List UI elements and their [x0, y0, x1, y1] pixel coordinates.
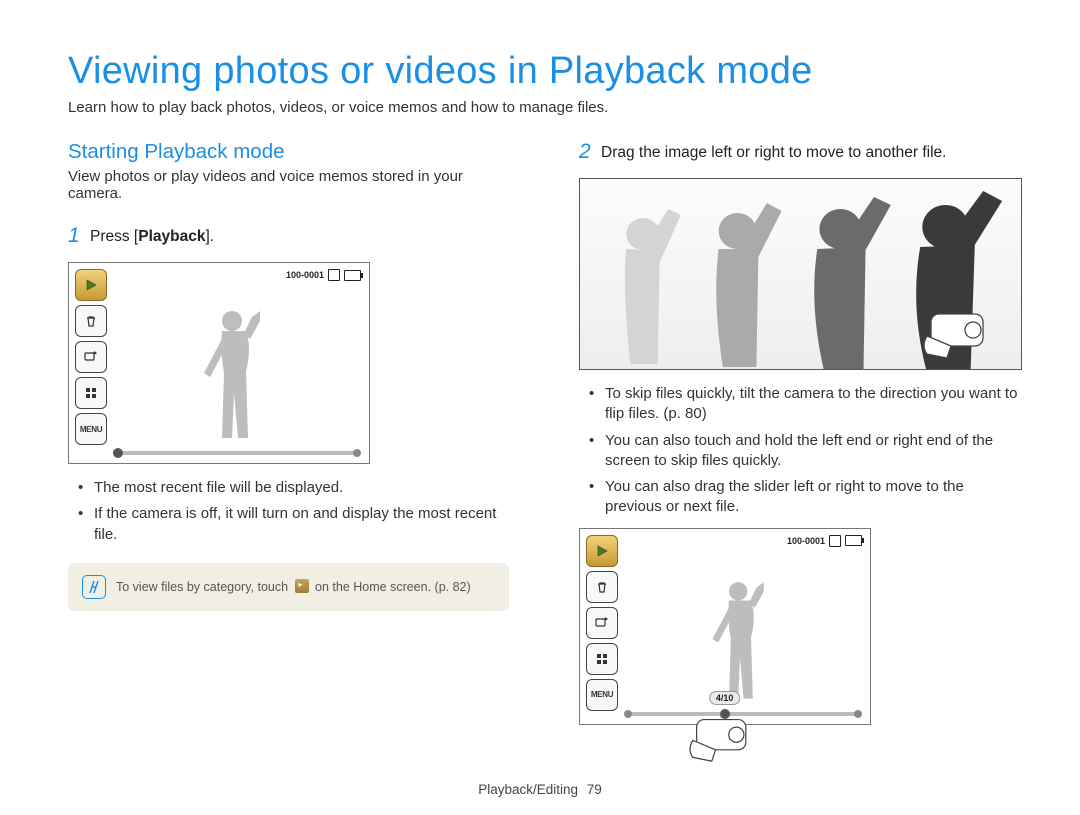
camera-in-hand-icon [686, 712, 764, 764]
slider-track[interactable] [115, 451, 359, 455]
step-1: 1 Press [Playback]. [68, 224, 509, 248]
page-footer: Playback/Editing 79 [0, 782, 1080, 797]
step-2-bullets: To skip files quickly, tilt the camera t… [589, 384, 1020, 518]
camera-screen-1: MENU 100-0001 [68, 262, 370, 464]
step-1-bold: Playback [138, 228, 205, 245]
camera-status-bar: 100-0001 [286, 269, 361, 281]
step-1-number: 1 [68, 224, 80, 247]
note-prefix: To view files by category, touch [116, 580, 292, 594]
grid-icon[interactable] [75, 377, 107, 409]
list-item: If the camera is off, it will turn on an… [78, 504, 509, 545]
album-icon [295, 579, 309, 593]
step-1-prefix: Press [ [90, 228, 138, 245]
note-icon [82, 575, 106, 599]
drag-illustration [579, 178, 1022, 370]
photo-silhouette [685, 574, 795, 704]
trash-icon[interactable] [586, 571, 618, 603]
grid-icon[interactable] [586, 643, 618, 675]
slider-knob[interactable] [113, 448, 123, 458]
footer-section: Playback/Editing [478, 782, 578, 797]
step-2: 2 Drag the image left or right to move t… [579, 140, 1020, 164]
step-2-text: Drag the image left or right to move to … [601, 144, 946, 161]
battery-icon [845, 535, 862, 546]
list-item: To skip files quickly, tilt the camera t… [589, 384, 1020, 425]
menu-button[interactable]: MENU [586, 679, 618, 711]
page-subtitle: Learn how to play back photos, videos, o… [68, 99, 1020, 116]
share-icon[interactable] [75, 341, 107, 373]
camera-in-hand-icon [921, 306, 1001, 361]
step-2-number: 2 [579, 140, 591, 163]
footer-page-number: 79 [587, 782, 602, 797]
play-button-icon[interactable] [586, 535, 618, 567]
camera-side-buttons: MENU [586, 535, 620, 718]
share-icon[interactable] [586, 607, 618, 639]
file-counter: 100-0001 [787, 536, 825, 546]
page-title: Viewing photos or videos in Playback mod… [68, 50, 1020, 93]
left-column: Starting Playback mode View photos or pl… [68, 140, 509, 725]
play-button-icon[interactable] [75, 269, 107, 301]
step-1-suffix: ]. [205, 228, 214, 245]
photo-silhouette [174, 303, 294, 443]
list-item: You can also drag the slider left or rig… [589, 477, 1020, 518]
list-item: The most recent file will be displayed. [78, 478, 509, 498]
sd-card-icon [328, 269, 340, 281]
section-title: Starting Playback mode [68, 140, 509, 164]
camera-screen-2: MENU 100-0001 [579, 528, 871, 725]
step-1-bullets: The most recent file will be displayed. … [78, 478, 509, 545]
battery-icon [344, 270, 361, 281]
right-column: 2 Drag the image left or right to move t… [579, 140, 1020, 725]
sd-card-icon [829, 535, 841, 547]
note-text: To view files by category, touch on the … [116, 579, 471, 594]
list-item: You can also touch and hold the left end… [589, 431, 1020, 472]
slider-counter: 4/10 [709, 691, 741, 705]
camera-side-buttons: MENU [75, 269, 109, 457]
trash-icon[interactable] [75, 305, 107, 337]
menu-button[interactable]: MENU [75, 413, 107, 445]
file-counter: 100-0001 [286, 270, 324, 280]
note-box: To view files by category, touch on the … [68, 563, 509, 611]
camera-status-bar: 100-0001 [787, 535, 862, 547]
note-suffix: on the Home screen. (p. 82) [312, 580, 471, 594]
section-subtitle: View photos or play videos and voice mem… [68, 168, 509, 202]
